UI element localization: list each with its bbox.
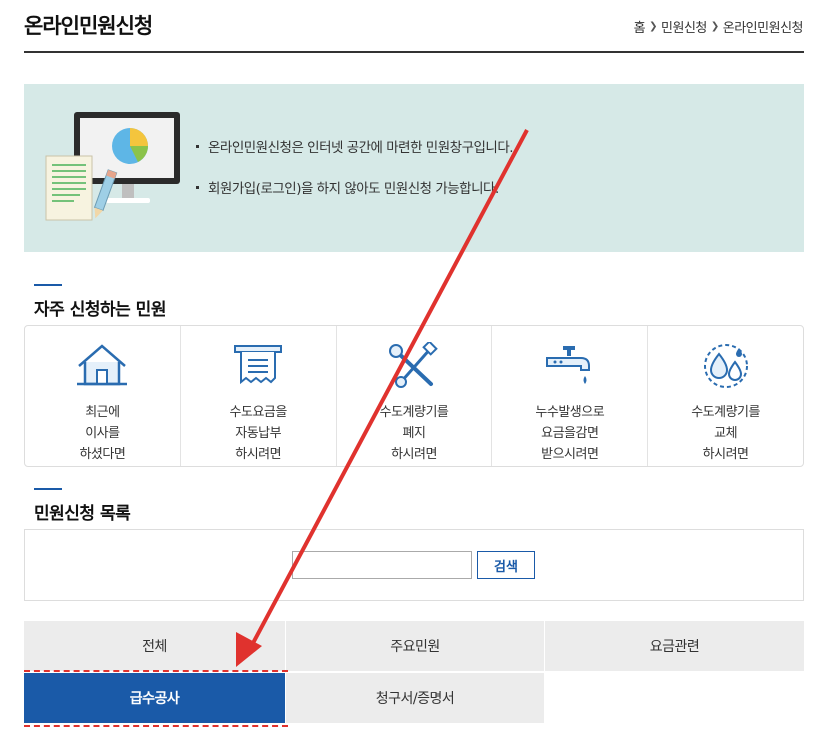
frequent-section-title: 자주 신청하는 민원 [34,300,166,320]
bill-icon [234,345,283,385]
intro-text: 온라인민원신청은 인터넷 공간에 마련한 민원창구입니다. 회원가입(로그인)을… [196,136,514,218]
tab-all[interactable]: 전체 [24,621,285,671]
tools-icon [388,342,438,388]
breadcrumb-home[interactable]: 홈 [634,17,646,36]
search-button[interactable]: 검색 [477,551,535,579]
search-panel: 검색 [24,529,804,601]
frequent-applications: 최근에 이사를 하셨다면 수도요금을 자동납부 하시려면 수도계량기를 폐지 하… [24,325,804,467]
section-accent-bar [34,488,62,490]
page-title: 온라인민원신청 [24,14,153,38]
breadcrumb-current: 온라인민원신청 [722,21,804,36]
highlight-dashed-bottom [24,725,288,727]
search-input[interactable] [292,551,472,579]
water-drops-icon [703,344,748,388]
tab-major[interactable]: 주요민원 [286,621,544,671]
intro-line: 온라인민원신청은 인터넷 공간에 마련한 민원창구입니다. [196,136,514,156]
freq-item-meter-replace[interactable]: 수도계량기를 교체 하시려면 [648,326,803,466]
tab-water-supply-work[interactable]: 급수공사 [24,673,285,723]
freq-item-meter-remove[interactable]: 수도계량기를 폐지 하시려면 [337,326,493,466]
freq-item-autopay[interactable]: 수도요금을 자동납부 하시려면 [181,326,337,466]
section-accent-bar [34,284,62,286]
breadcrumb: 홈 ❯ 민원신청 ❯ 온라인민원신청 [634,17,804,36]
title-divider [24,51,804,53]
faucet-leak-icon [545,346,590,384]
intro-line: 회원가입(로그인)을 하지 않아도 민원신청 가능합니다. [196,177,513,197]
list-section-title: 민원신청 목록 [34,504,131,524]
intro-banner: 온라인민원신청은 인터넷 공간에 마련한 민원창구입니다. 회원가입(로그인)을… [24,84,804,252]
house-icon [77,344,128,386]
breadcrumb-civil-application[interactable]: 민원신청 [661,17,707,36]
highlight-dashed-top [24,670,288,672]
tab-fees[interactable]: 요금관련 [545,621,804,671]
computer-pie-chart-document-icon [45,112,180,221]
chevron-right-icon: ❯ [710,21,719,32]
freq-item-leak-discount[interactable]: 누수발생으로 요금을감면 받으시려면 [492,326,649,466]
tab-bill-certificate[interactable]: 청구서/증명서 [286,673,544,723]
freq-item-moved[interactable]: 최근에 이사를 하셨다면 [25,326,181,466]
chevron-right-icon: ❯ [649,21,658,32]
